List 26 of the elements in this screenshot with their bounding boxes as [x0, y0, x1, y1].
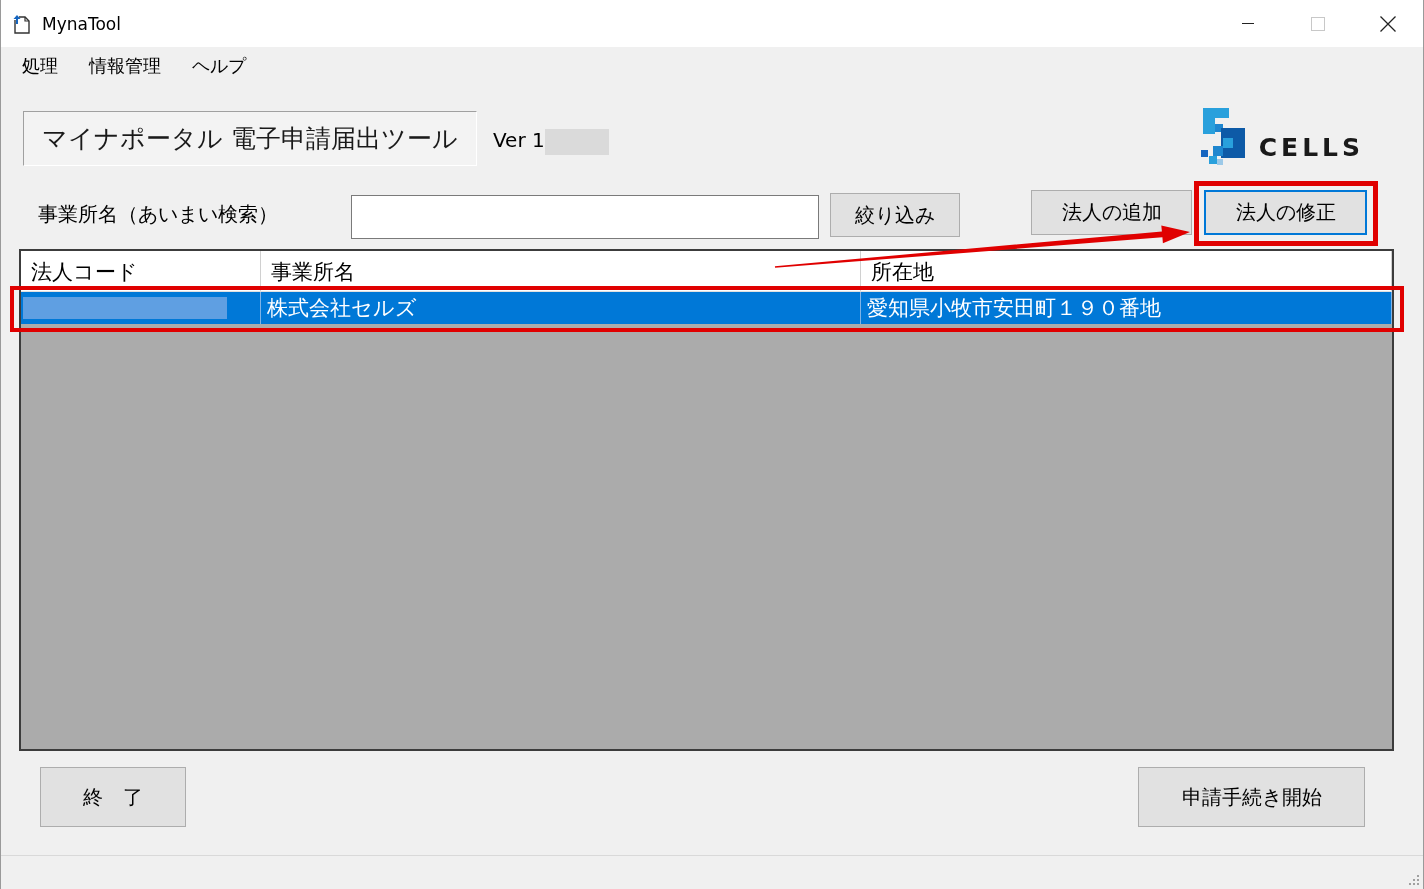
table-cell: 愛知県小牧市安田町１９０番地 — [861, 292, 1392, 324]
column-header[interactable]: 所在地 — [871, 261, 934, 284]
menu-item[interactable]: 情報管理 — [81, 51, 169, 81]
action-button[interactable]: 法人の追加 — [1031, 190, 1192, 235]
squares-logo-icon — [1200, 108, 1245, 166]
menu-item[interactable]: 処理 — [14, 51, 66, 81]
logo-wordmark: CELLS — [1258, 136, 1364, 160]
menu-item[interactable]: ヘルプ — [184, 51, 254, 81]
minimize-icon — [1242, 23, 1254, 24]
footer-button[interactable]: 終 了 — [40, 767, 186, 827]
table-row[interactable]: 株式会社セルズ 愛知県小牧市安田町１９０番地 — [21, 292, 1392, 324]
window-title: MynaTool — [42, 13, 121, 34]
action-button[interactable]: 法人の修正 — [1204, 190, 1367, 235]
search-label: 事業所名（あいまい検索） — [38, 201, 279, 228]
column-header[interactable]: 事業所名 — [271, 261, 355, 284]
filter-button[interactable]: 絞り込み — [830, 193, 960, 237]
footer-button[interactable]: 申請手続き開始 — [1138, 767, 1365, 827]
document-arrow-icon — [13, 13, 31, 34]
app-title: マイナポータル 電子申請届出ツール — [23, 111, 477, 166]
table-cell: 株式会社セルズ — [261, 292, 861, 324]
maximize-icon — [1311, 16, 1325, 31]
version-text: Ver 1 — [492, 128, 545, 152]
column-header[interactable]: 法人コード — [31, 261, 138, 284]
search-field[interactable] — [351, 195, 819, 239]
resize-grip-icon — [1409, 875, 1419, 885]
close-icon — [1380, 15, 1396, 32]
